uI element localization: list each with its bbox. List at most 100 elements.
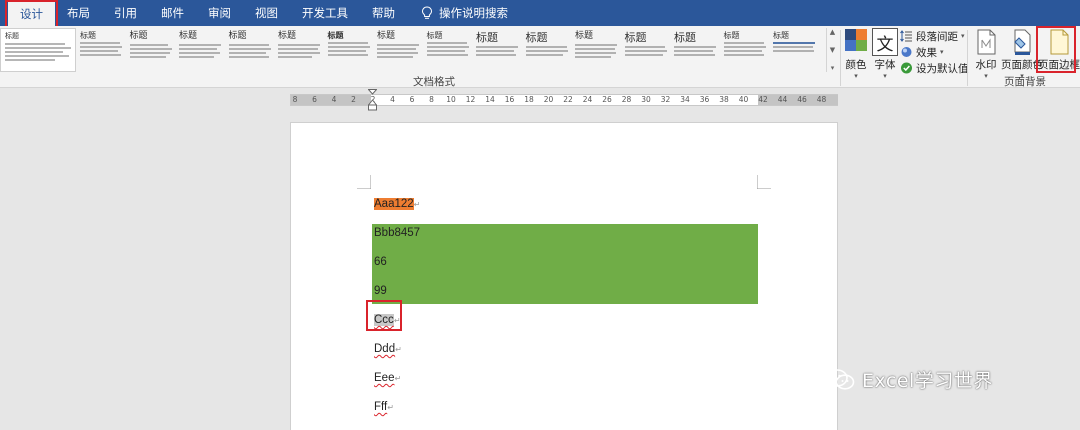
ribbon-tab-bar: 设计 布局 引用 邮件 审阅 视图 开发工具 帮助 操作说明搜索	[0, 0, 1080, 28]
tab-references[interactable]: 引用	[102, 0, 149, 26]
document-page[interactable]: Aaa122↵ Bbb8457 66 99 Ccc↵ Ddd↵ Eee↵ Fff…	[290, 122, 838, 430]
ruler-number: 34	[680, 95, 690, 104]
watermark-text: Excel学习世界	[862, 370, 993, 392]
ruler-number: 26	[602, 95, 612, 104]
paragraph[interactable]: Ddd↵	[374, 342, 402, 357]
paragraph-spacing-icon	[900, 30, 912, 42]
ruler-number: 4	[390, 95, 395, 104]
style-set-item[interactable]: 标题	[571, 28, 621, 72]
style-set-item[interactable]: 标题	[769, 28, 819, 72]
margin-corner-mark	[757, 175, 771, 189]
chevron-up-icon[interactable]: ▲	[830, 28, 835, 36]
channel-watermark: Excel学习世界	[826, 366, 993, 393]
tab-review[interactable]: 审阅	[196, 0, 243, 26]
ruler-number: 46	[797, 95, 807, 104]
more-icon[interactable]: ▾	[831, 64, 835, 72]
style-set-item[interactable]: 标题	[670, 28, 720, 72]
set-as-default-button[interactable]: 设为默认值	[900, 61, 969, 75]
ruler-number: 36	[699, 95, 710, 104]
ruler-number: 38	[719, 95, 729, 104]
lightbulb-icon	[421, 6, 433, 19]
style-set-item[interactable]: 标题	[423, 28, 473, 72]
tab-view[interactable]: 视图	[243, 0, 290, 26]
style-set-item[interactable]: 标题	[720, 28, 770, 72]
effects-button[interactable]: 效果 ▾	[900, 45, 969, 59]
ruler-number: 22	[563, 95, 573, 104]
chevron-down-icon: ▾	[854, 72, 858, 80]
paragraph-spacing-button[interactable]: 段落间距 ▾	[900, 29, 969, 43]
gallery-scroll[interactable]: ▲ ▼ ▾	[826, 28, 838, 72]
watermark-button[interactable]: 水印 ▾	[973, 28, 999, 80]
chevron-down-icon: ▾	[984, 72, 988, 80]
ruler-number: 20	[543, 95, 554, 104]
tab-mailings[interactable]: 邮件	[149, 0, 196, 26]
color-palette-icon	[845, 29, 867, 51]
style-set-item[interactable]: 标题	[373, 28, 423, 72]
tab-developer[interactable]: 开发工具	[290, 0, 360, 26]
margin-corner-mark	[357, 175, 371, 189]
wechat-icon	[826, 368, 855, 390]
ruler-number: 4	[331, 95, 337, 104]
style-set-gallery: 标题 标题 标题 标题 标题 标题 标题 标题 标题 标题 标题 标题 标题 标…	[0, 28, 838, 72]
ruler-number: 6	[312, 95, 317, 104]
style-set-item[interactable]: 标题	[274, 28, 324, 72]
watermark-icon	[977, 29, 996, 55]
style-set-item[interactable]: 标题	[324, 28, 374, 72]
separator	[840, 30, 841, 86]
ruler-number: 42	[758, 95, 768, 104]
ruler-number: 16	[504, 95, 515, 104]
ruler-number: 28	[621, 95, 632, 104]
fonts-icon: 文	[872, 28, 898, 56]
style-set-item[interactable]: 标题	[522, 28, 572, 72]
style-set-item[interactable]: 标题	[76, 28, 126, 72]
group-label-document-formatting: 文档格式	[413, 76, 455, 88]
paint-bucket-icon	[1014, 29, 1031, 55]
ruler-number: 12	[465, 95, 476, 104]
fonts-label: 字体	[874, 59, 896, 71]
chevron-down-icon: ▾	[940, 48, 944, 56]
style-set-item[interactable]: 标题	[126, 28, 176, 72]
chevron-down-icon: ▾	[883, 72, 887, 80]
ruler-number: 44	[777, 95, 788, 104]
ruler-number: 32	[660, 95, 671, 104]
ruler-number: 6	[409, 95, 415, 104]
ruler-number: 14	[485, 95, 495, 104]
colors-button[interactable]: 颜色 ▾	[843, 28, 869, 80]
paragraph[interactable]: 99	[374, 284, 387, 299]
separator	[967, 30, 968, 86]
tell-me-label: 操作说明搜索	[439, 6, 508, 20]
indent-marker-icon[interactable]	[368, 89, 377, 111]
effects-icon	[901, 47, 912, 57]
watermark-label: 水印	[975, 59, 997, 71]
paragraph[interactable]: Eee↵	[374, 371, 401, 386]
highlighted-text: Aaa122	[374, 198, 414, 210]
ruler-number: 30	[641, 95, 651, 104]
ruler-number: 8	[292, 95, 298, 104]
selection-highlight-box	[366, 300, 402, 331]
paragraph[interactable]: Bbb8457	[374, 226, 420, 241]
ruler-number: 40	[738, 95, 749, 104]
ruler-number: 8	[429, 95, 434, 104]
tab-layout[interactable]: 布局	[55, 0, 102, 26]
tab-help[interactable]: 帮助	[360, 0, 407, 26]
paragraph[interactable]: 66	[374, 255, 387, 270]
style-set-item[interactable]: 标题	[225, 28, 275, 72]
paragraph-shading	[372, 224, 758, 304]
group-label-page-background: 页面背景	[1004, 76, 1046, 88]
style-set-item[interactable]: 标题	[0, 28, 76, 72]
ribbon-body: 标题 标题 标题 标题 标题 标题 标题 标题 标题 标题 标题 标题 标题 标…	[0, 26, 1080, 88]
ruler-number: 24	[582, 95, 593, 104]
ruler-number: 18	[524, 95, 534, 104]
style-set-item[interactable]: 标题	[472, 28, 522, 72]
style-set-item[interactable]: 标题	[621, 28, 671, 72]
paragraph[interactable]: Fff↵	[374, 400, 394, 415]
checkmark-icon	[901, 62, 912, 74]
fonts-button[interactable]: 文 字体 ▾	[872, 28, 898, 80]
style-set-item[interactable]: 标题	[175, 28, 225, 72]
tab-design[interactable]: 设计	[5, 0, 58, 28]
chevron-down-icon[interactable]: ▼	[830, 46, 835, 54]
colors-label: 颜色	[845, 59, 867, 71]
page-borders-highlight	[1036, 26, 1076, 73]
paragraph[interactable]: Aaa122↵	[374, 197, 420, 212]
tell-me-search[interactable]: 操作说明搜索	[407, 0, 508, 26]
